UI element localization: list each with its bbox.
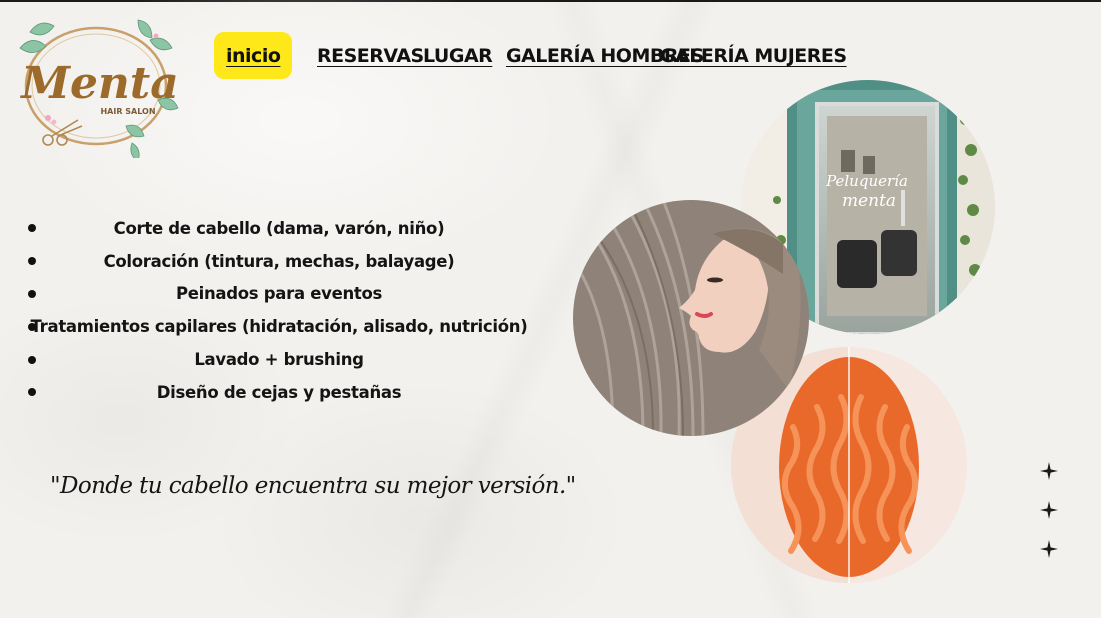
service-label: Peinados para eventos [175,284,383,304]
bullet-icon [28,388,36,397]
sparkle-decorations [1038,460,1060,560]
nav-reservas[interactable]: RESERVAS [317,32,424,79]
service-label: Coloración (tintura, mechas, balayage) [103,251,455,271]
bullet-icon [28,257,36,266]
sparkle-icon [1040,462,1058,480]
service-label: Diseño de cejas y pestañas [156,382,402,402]
service-item: Diseño de cejas y pestañas [24,376,534,409]
logo-wordmark: Menta [19,58,179,109]
nav-lugar[interactable]: LUGAR [423,32,493,79]
services-list: Corte de cabello (dama, varón, niño) Col… [24,212,534,409]
service-item: Corte de cabello (dama, varón, niño) [24,212,534,245]
bullet-icon [28,355,36,364]
nav-lugar-label: LUGAR [423,44,493,67]
service-label: Tratamientos capilares (hidratación, ali… [30,317,528,337]
bullet-icon [28,322,36,331]
service-item: Lavado + brushing [24,343,534,376]
door-sign-line1: Peluquería [825,172,908,190]
service-item: Peinados para eventos [24,278,534,311]
sparkle-icon [1040,540,1058,558]
door-sign-line2: menta [842,191,896,211]
woman-hair-photo [573,200,809,436]
service-label: Lavado + brushing [194,350,364,370]
nav-galeria-mujeres-label: GALERÍA MUJERES [660,44,847,67]
service-item: Coloración (tintura, mechas, balayage) [24,245,534,278]
logo-subtitle: HAIR SALON [100,107,155,116]
tagline-quote: "Donde tu cabello encuentra su mejor ver… [50,473,576,499]
nav-galeria-mujeres[interactable]: GALERÍA MUJERES [660,32,847,79]
sparkle-icon [1040,501,1058,519]
bullet-icon [28,289,36,298]
menta-logo[interactable]: Menta HAIR SALON [8,8,183,162]
nav-reservas-label: RESERVAS [317,44,424,67]
nav-inicio[interactable]: inicio [214,32,293,79]
service-item: Tratamientos capilares (hidratación, ali… [24,310,534,343]
nav-inicio-label: inicio [226,44,281,67]
bullet-icon [28,224,36,233]
service-label: Corte de cabello (dama, varón, niño) [113,218,445,238]
